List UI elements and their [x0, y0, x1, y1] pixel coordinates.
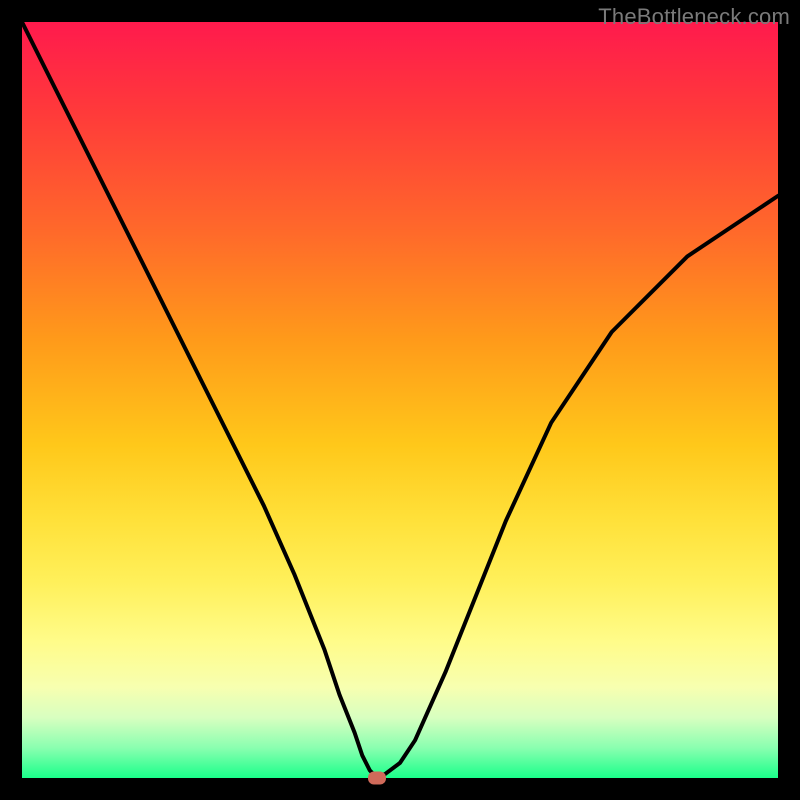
curve-path	[22, 22, 778, 778]
optimal-point-marker	[368, 772, 386, 785]
watermark-text: TheBottleneck.com	[598, 4, 790, 30]
chart-frame: TheBottleneck.com	[0, 0, 800, 800]
plot-area	[22, 22, 778, 778]
bottleneck-curve	[22, 22, 778, 778]
